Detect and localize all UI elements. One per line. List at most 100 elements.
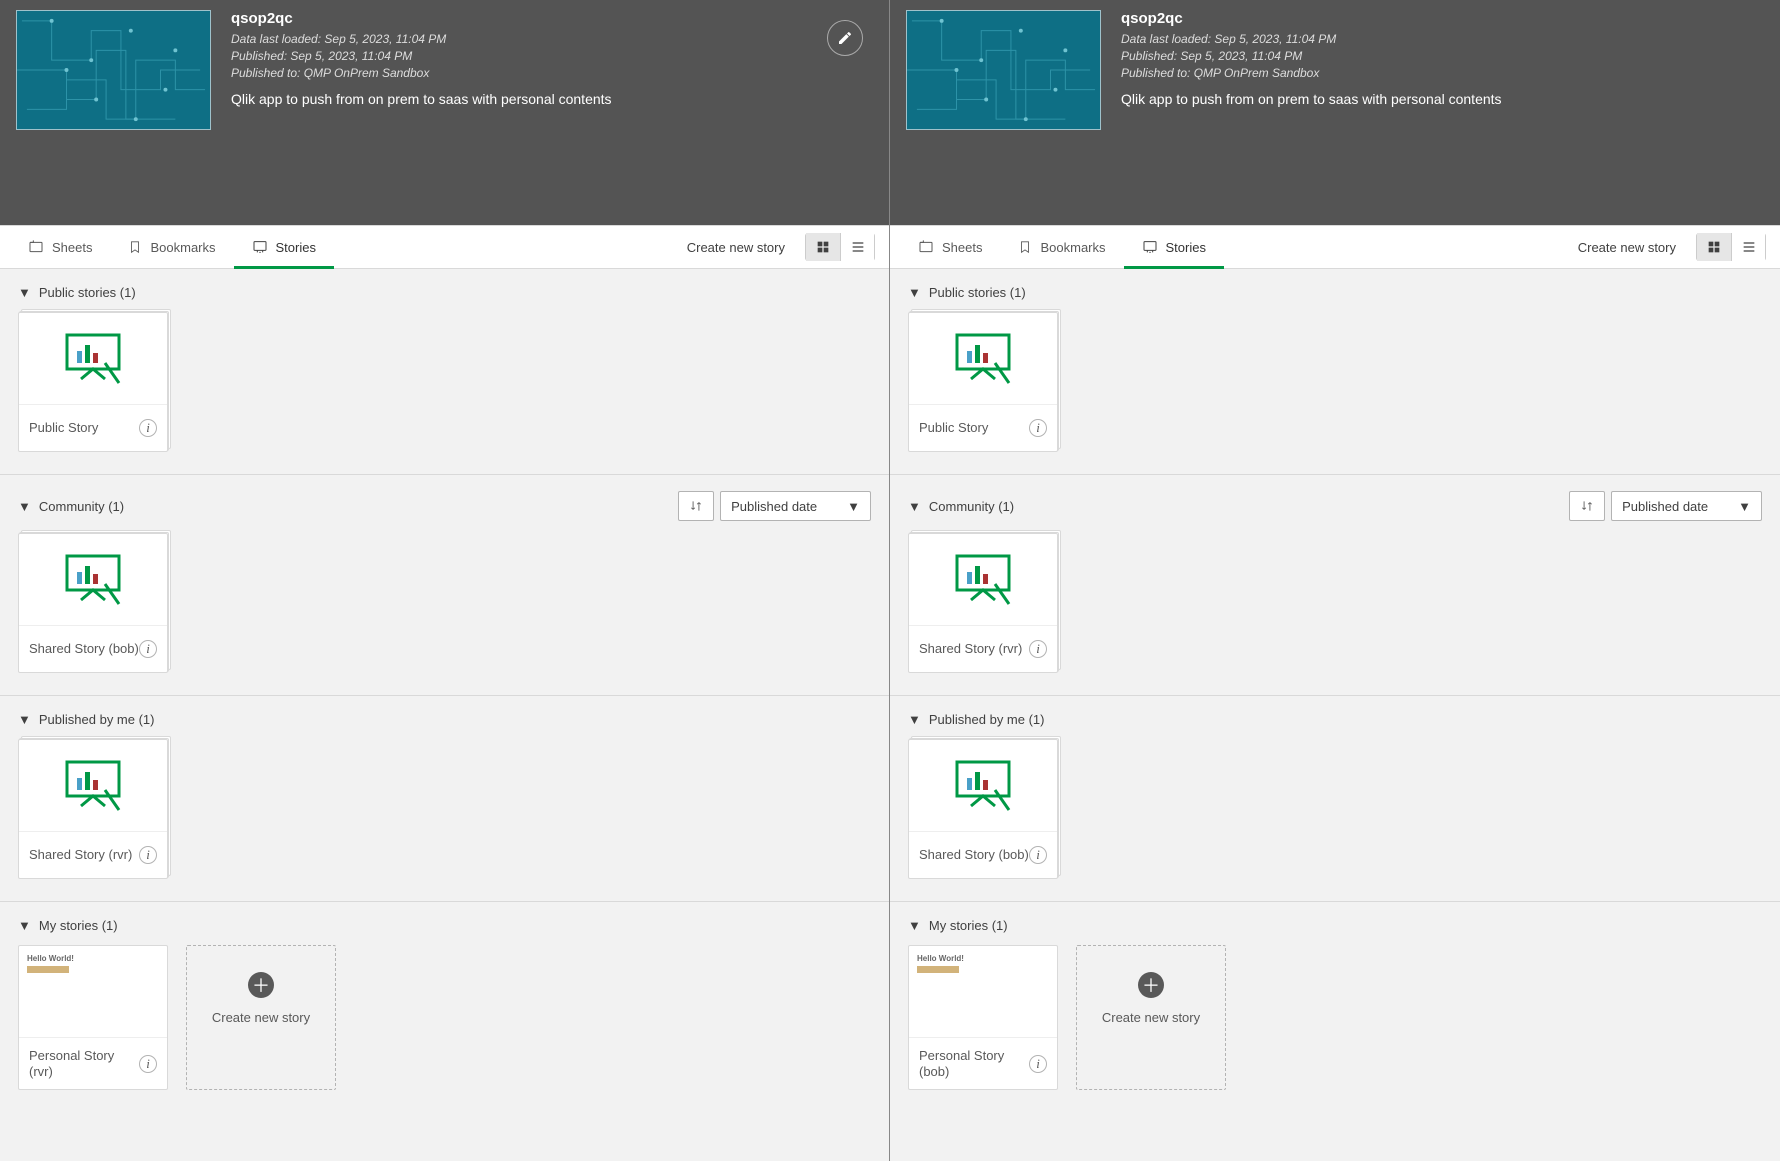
- app-thumbnail: [16, 10, 211, 130]
- story-card-published[interactable]: Shared Story (bob)i: [908, 739, 1058, 879]
- app-title: qsop2qc: [231, 10, 612, 27]
- collapse-icon[interactable]: ▼: [908, 499, 921, 514]
- section-title: Public stories (1): [39, 285, 136, 300]
- story-card-label: Public Story: [29, 420, 98, 436]
- app-description: Qlik app to push from on prem to saas wi…: [1121, 91, 1502, 107]
- app-title: qsop2qc: [1121, 10, 1502, 27]
- list-view-button[interactable]: [1731, 233, 1765, 261]
- tab-sheets-label: Sheets: [52, 240, 92, 255]
- meta-published: Published: Sep 5, 2023, 11:04 PM: [231, 48, 612, 65]
- plus-icon: ＋: [1138, 972, 1164, 998]
- sort-direction-button[interactable]: [1569, 491, 1605, 521]
- info-icon[interactable]: i: [1029, 1055, 1047, 1073]
- collapse-icon[interactable]: ▼: [18, 285, 31, 300]
- create-new-story-link[interactable]: Create new story: [1562, 226, 1692, 268]
- section-published-by-me: ▼ Published by me (1) Shared Story (bob)…: [890, 696, 1780, 902]
- story-card-public[interactable]: Public Story i: [18, 312, 168, 452]
- tab-bookmarks-label: Bookmarks: [150, 240, 215, 255]
- story-card-personal[interactable]: Hello World! Personal Story (rvr)i: [18, 945, 168, 1090]
- story-thumbnail-icon: [909, 740, 1057, 832]
- sort-field-label: Published date: [1622, 499, 1708, 514]
- app-header: qsop2qc Data last loaded: Sep 5, 2023, 1…: [0, 0, 889, 225]
- info-icon[interactable]: i: [1029, 640, 1047, 658]
- info-icon[interactable]: i: [139, 640, 157, 658]
- info-icon[interactable]: i: [139, 419, 157, 437]
- story-card-label: Personal Story (rvr): [29, 1048, 139, 1079]
- collapse-icon[interactable]: ▼: [18, 499, 31, 514]
- grid-view-button[interactable]: [1697, 233, 1731, 261]
- section-title: Published by me (1): [929, 712, 1045, 727]
- tab-stories[interactable]: Stories: [234, 226, 334, 268]
- create-story-card[interactable]: ＋ Create new story: [186, 945, 336, 1090]
- collapse-icon[interactable]: ▼: [908, 918, 921, 933]
- story-thumbnail-icon: [19, 740, 167, 832]
- section-title: Public stories (1): [929, 285, 1026, 300]
- section-public: ▼ Public stories (1) Public Story i: [0, 269, 889, 475]
- section-my-stories: ▼ My stories (1) Hello World! Personal S…: [890, 902, 1780, 1112]
- plus-icon: ＋: [248, 972, 274, 998]
- meta-published: Published: Sep 5, 2023, 11:04 PM: [1121, 48, 1502, 65]
- tab-sheets-label: Sheets: [942, 240, 982, 255]
- create-story-label: Create new story: [1102, 1010, 1200, 1027]
- chevron-down-icon: ▼: [847, 499, 860, 514]
- tab-bar: Sheets Bookmarks Stories Create new stor…: [890, 225, 1780, 269]
- tab-bookmarks[interactable]: Bookmarks: [1000, 226, 1123, 268]
- mini-slide-title: Hello World!: [27, 954, 159, 963]
- section-community: ▼ Community (1) Published date ▼: [0, 475, 889, 696]
- create-story-card[interactable]: ＋ Create new story: [1076, 945, 1226, 1090]
- section-title: My stories (1): [39, 918, 118, 933]
- chevron-down-icon: ▼: [1738, 499, 1751, 514]
- create-story-label: Create new story: [212, 1010, 310, 1027]
- sort-field-dropdown[interactable]: Published date ▼: [720, 491, 871, 521]
- collapse-icon[interactable]: ▼: [18, 712, 31, 727]
- info-icon[interactable]: i: [139, 1055, 157, 1073]
- section-my-stories: ▼ My stories (1) Hello World! Personal S…: [0, 902, 889, 1112]
- story-thumbnail-icon: [909, 313, 1057, 405]
- mini-slide-bar: [27, 966, 69, 973]
- app-description: Qlik app to push from on prem to saas wi…: [231, 91, 612, 107]
- story-card-label: Personal Story (bob): [919, 1048, 1029, 1079]
- tab-sheets[interactable]: Sheets: [10, 226, 110, 268]
- info-icon[interactable]: i: [139, 846, 157, 864]
- section-title: My stories (1): [929, 918, 1008, 933]
- mini-slide-bar: [917, 966, 959, 973]
- list-view-button[interactable]: [840, 233, 874, 261]
- story-card-community[interactable]: Shared Story (bob)i: [18, 533, 168, 673]
- story-card-label: Shared Story (bob): [29, 641, 139, 657]
- meta-loaded: Data last loaded: Sep 5, 2023, 11:04 PM: [231, 31, 612, 48]
- info-icon[interactable]: i: [1029, 846, 1047, 864]
- collapse-icon[interactable]: ▼: [908, 712, 921, 727]
- section-community: ▼ Community (1) Published date ▼: [890, 475, 1780, 696]
- section-title: Community (1): [39, 499, 124, 514]
- story-card-community[interactable]: Shared Story (rvr) i: [908, 533, 1058, 673]
- story-thumbnail-icon: [19, 313, 167, 405]
- story-card-personal[interactable]: Hello World! Personal Story (bob)i: [908, 945, 1058, 1090]
- meta-publishedto: Published to: QMP OnPrem Sandbox: [1121, 65, 1502, 82]
- mini-slide-title: Hello World!: [917, 954, 1049, 963]
- info-icon[interactable]: i: [1029, 419, 1047, 437]
- section-title: Community (1): [929, 499, 1014, 514]
- story-card-label: Shared Story (rvr): [29, 847, 132, 863]
- sort-field-dropdown[interactable]: Published date ▼: [1611, 491, 1762, 521]
- sort-field-label: Published date: [731, 499, 817, 514]
- tab-bookmarks[interactable]: Bookmarks: [110, 226, 233, 268]
- tab-sheets[interactable]: Sheets: [900, 226, 1000, 268]
- story-card-published[interactable]: Shared Story (rvr) i: [18, 739, 168, 879]
- story-thumbnail-icon: [909, 534, 1057, 626]
- collapse-icon[interactable]: ▼: [18, 918, 31, 933]
- collapse-icon[interactable]: ▼: [908, 285, 921, 300]
- app-thumbnail: [906, 10, 1101, 130]
- story-card-label: Shared Story (rvr): [919, 641, 1022, 657]
- tab-stories-label: Stories: [1166, 240, 1206, 255]
- section-published-by-me: ▼ Published by me (1) Shared Story (rvr)…: [0, 696, 889, 902]
- edit-button[interactable]: [827, 20, 863, 56]
- meta-loaded: Data last loaded: Sep 5, 2023, 11:04 PM: [1121, 31, 1502, 48]
- story-card-public[interactable]: Public Storyi: [908, 312, 1058, 452]
- tab-bookmarks-label: Bookmarks: [1040, 240, 1105, 255]
- sort-direction-button[interactable]: [678, 491, 714, 521]
- create-new-story-link[interactable]: Create new story: [671, 226, 801, 268]
- tab-stories[interactable]: Stories: [1124, 226, 1224, 268]
- story-thumbnail-icon: [19, 534, 167, 626]
- grid-view-button[interactable]: [806, 233, 840, 261]
- app-header: qsop2qc Data last loaded: Sep 5, 2023, 1…: [890, 0, 1780, 225]
